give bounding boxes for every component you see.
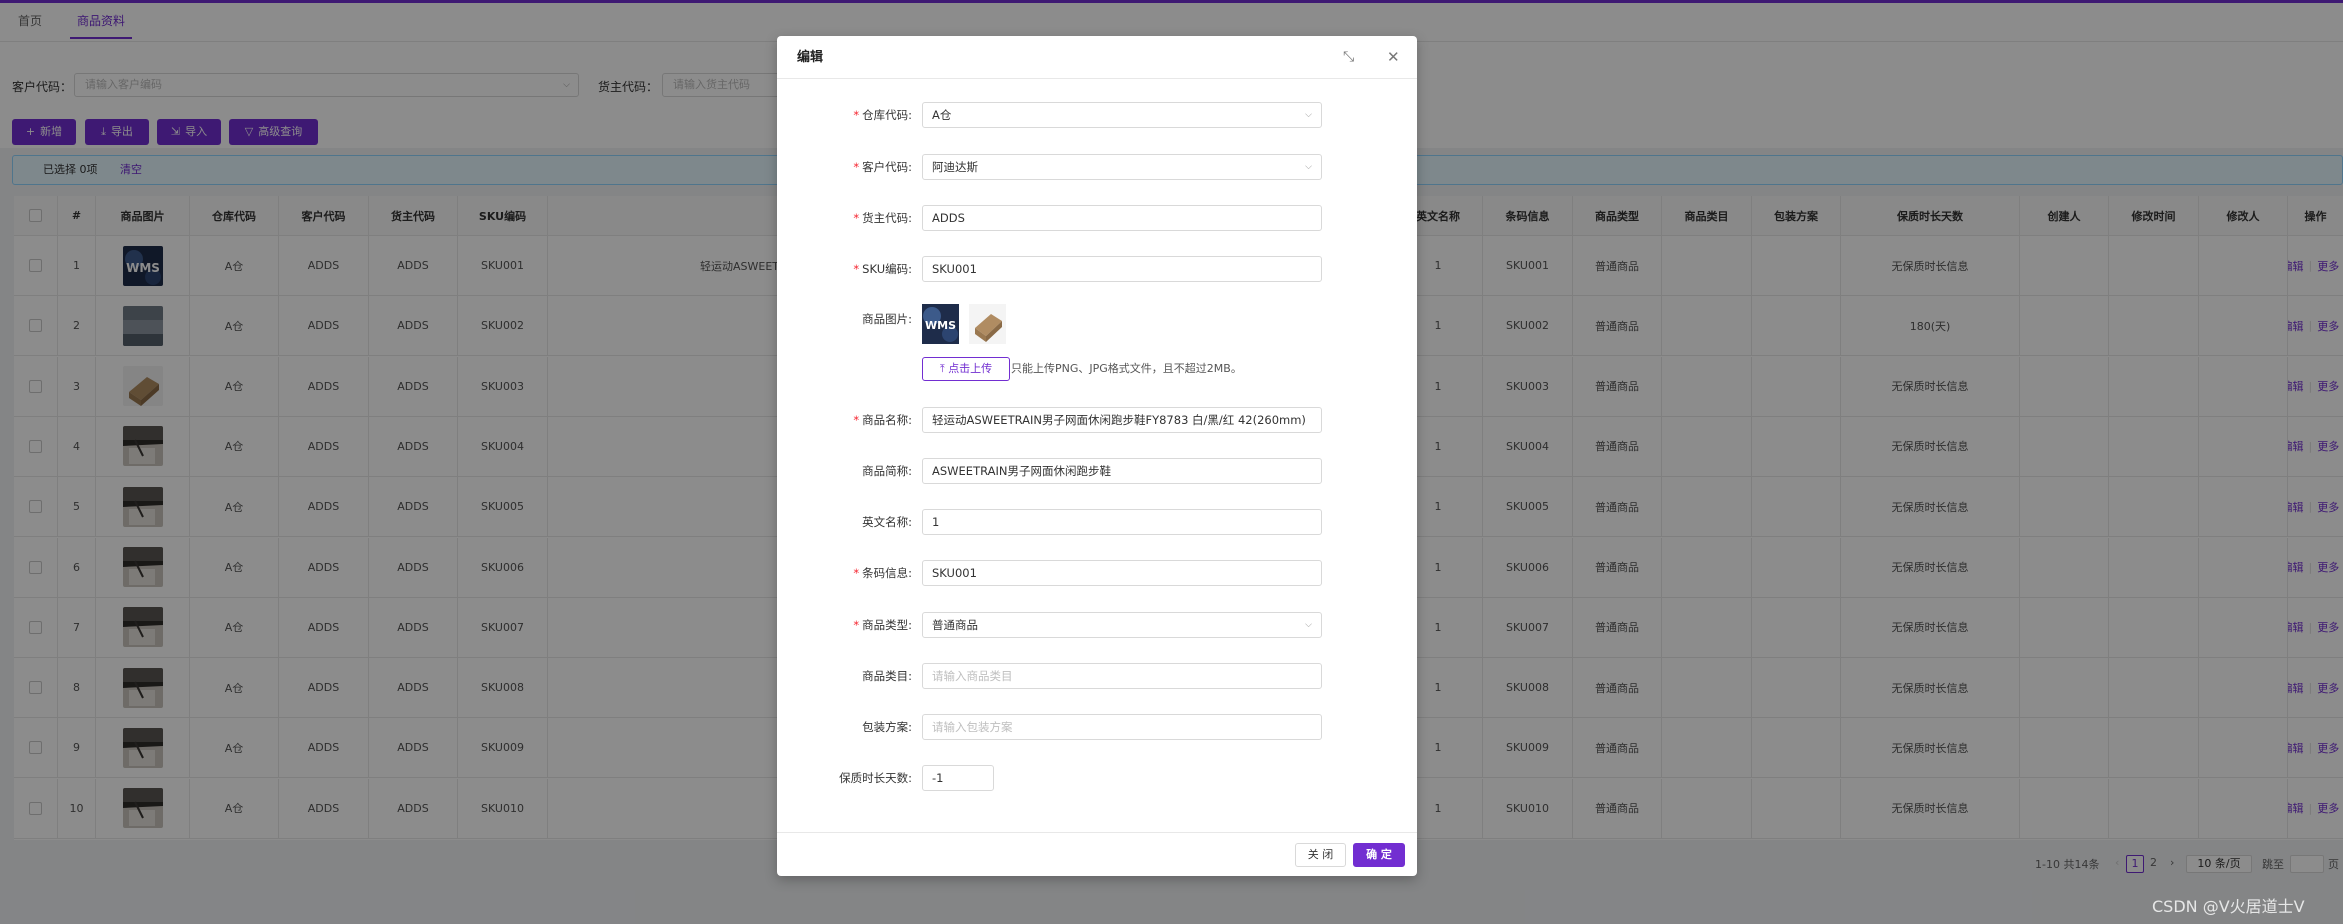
dialog-footer: 关 闭 确 定 — [777, 832, 1417, 876]
sku-label-text: SKU编码: — [862, 262, 912, 276]
dialog-title: 编辑 — [797, 50, 824, 65]
dialog-header: 编辑 ⤡ ✕ — [777, 36, 1417, 79]
owner-input[interactable]: ADDS — [922, 205, 1322, 231]
required-mark: * — [853, 211, 860, 225]
barcode-label: * 条码信息: — [853, 560, 912, 586]
customer-label-text: 客户代码: — [862, 160, 912, 174]
chevron-down-icon: ⌵ — [1305, 162, 1312, 172]
customer-value: 阿迪达斯 — [932, 160, 978, 174]
warehouse-select[interactable]: A仓 ⌵ — [922, 102, 1322, 128]
required-mark: * — [853, 566, 860, 580]
image-preview-2[interactable] — [969, 304, 1006, 347]
name-label: * 商品名称: — [853, 407, 912, 433]
package-input[interactable]: 请输入包装方案 — [922, 714, 1322, 740]
warehouse-label: * 仓库代码: — [853, 102, 912, 128]
customer-select[interactable]: 阿迪达斯 ⌵ — [922, 154, 1322, 180]
required-mark: * — [853, 160, 860, 174]
svg-text:WMS: WMS — [925, 319, 956, 332]
required-mark: * — [853, 413, 860, 427]
category-input[interactable]: 请输入商品类目 — [922, 663, 1322, 689]
warehouse-field: * 仓库代码: A仓 ⌵ — [777, 102, 1417, 128]
upload-tip: 只能上传PNG、JPG格式文件，且不超过2MB。 — [1011, 362, 1242, 375]
fullscreen-icon[interactable]: ⤡ — [1343, 36, 1354, 79]
short-name-field: 商品简称: ASWEETRAIN男子网面休闲跑步鞋 — [777, 458, 1417, 484]
name-label-text: 商品名称: — [862, 413, 912, 427]
upload-button-label: 点击上传 — [948, 362, 993, 375]
barcode-label-text: 条码信息: — [862, 566, 912, 580]
sku-label: * SKU编码: — [853, 256, 912, 282]
customer-field: * 客户代码: 阿迪达斯 ⌵ — [777, 154, 1417, 180]
category-field: 商品类目: 请输入商品类目 — [777, 663, 1417, 689]
image-preview-1[interactable]: WMS — [922, 304, 959, 347]
barcode-input[interactable]: SKU001 — [922, 560, 1322, 586]
type-field: * 商品类型: 普通商品 ⌵ — [777, 612, 1417, 638]
watermark: CSDN @V火居道士V — [2152, 897, 2305, 916]
name-input[interactable]: 轻运动ASWEETRAIN男子网面休闲跑步鞋FY8783 白/黑/红 42(26… — [922, 407, 1322, 433]
close-icon[interactable]: ✕ — [1387, 36, 1400, 79]
package-label: 包装方案: — [862, 720, 912, 734]
english-name-label: 英文名称: — [862, 515, 912, 529]
required-mark: * — [853, 108, 860, 122]
type-select[interactable]: 普通商品 ⌵ — [922, 612, 1322, 638]
close-button[interactable]: 关 闭 — [1295, 843, 1346, 867]
type-label: * 商品类型: — [853, 612, 912, 638]
image-label: 商品图片: — [862, 312, 912, 326]
upload-button[interactable]: ⤒ 点击上传 — [922, 357, 1010, 381]
category-label: 商品类目: — [862, 669, 912, 683]
edit-dialog: 编辑 ⤡ ✕ * 仓库代码: A仓 ⌵ * 客户代码: 阿迪达斯 ⌵ * 货主代码: AD… — [777, 36, 1417, 876]
warehouse-value: A仓 — [932, 108, 952, 122]
required-mark: * — [853, 262, 860, 276]
customer-label: * 客户代码: — [853, 154, 912, 180]
confirm-button[interactable]: 确 定 — [1353, 843, 1405, 867]
wms-image: WMS — [922, 304, 959, 344]
chevron-down-icon: ⌵ — [1305, 620, 1312, 630]
type-value: 普通商品 — [932, 618, 978, 632]
owner-label-text: 货主代码: — [862, 211, 912, 225]
short-name-label: 商品简称: — [862, 464, 912, 478]
sku-input[interactable]: SKU001 — [922, 256, 1322, 282]
warehouse-label-text: 仓库代码: — [862, 108, 912, 122]
upload-icon: ⤒ — [939, 362, 945, 375]
name-field: * 商品名称: 轻运动ASWEETRAIN男子网面休闲跑步鞋FY8783 白/黑/… — [777, 407, 1417, 433]
barcode-field: * 条码信息: SKU001 — [777, 560, 1417, 586]
shelf-life-input[interactable]: -1 — [922, 765, 994, 791]
required-mark: * — [853, 618, 860, 632]
english-name-input[interactable]: 1 — [922, 509, 1322, 535]
short-name-input[interactable]: ASWEETRAIN男子网面休闲跑步鞋 — [922, 458, 1322, 484]
owner-label: * 货主代码: — [853, 205, 912, 231]
image-field: 商品图片: WMS ⤒ 点击上传 只能上传PNG、JPG格式文件，且不超过2MB… — [777, 304, 1417, 384]
sku-field: * SKU编码: SKU001 — [777, 256, 1417, 282]
app-root: 首页 商品资料 客户代码： 请输入客户编码 ⌵ 货主代码： 请输入货主代码 + 新… — [0, 0, 2343, 924]
chevron-down-icon: ⌵ — [1305, 110, 1312, 120]
package-image — [969, 304, 1006, 344]
type-label-text: 商品类型: — [862, 618, 912, 632]
owner-field: * 货主代码: ADDS — [777, 205, 1417, 231]
shelf-life-field: 保质时长天数: -1 — [777, 765, 1417, 791]
shelf-life-label: 保质时长天数: — [839, 771, 912, 785]
english-name-field: 英文名称: 1 — [777, 509, 1417, 535]
package-field: 包装方案: 请输入包装方案 — [777, 714, 1417, 740]
